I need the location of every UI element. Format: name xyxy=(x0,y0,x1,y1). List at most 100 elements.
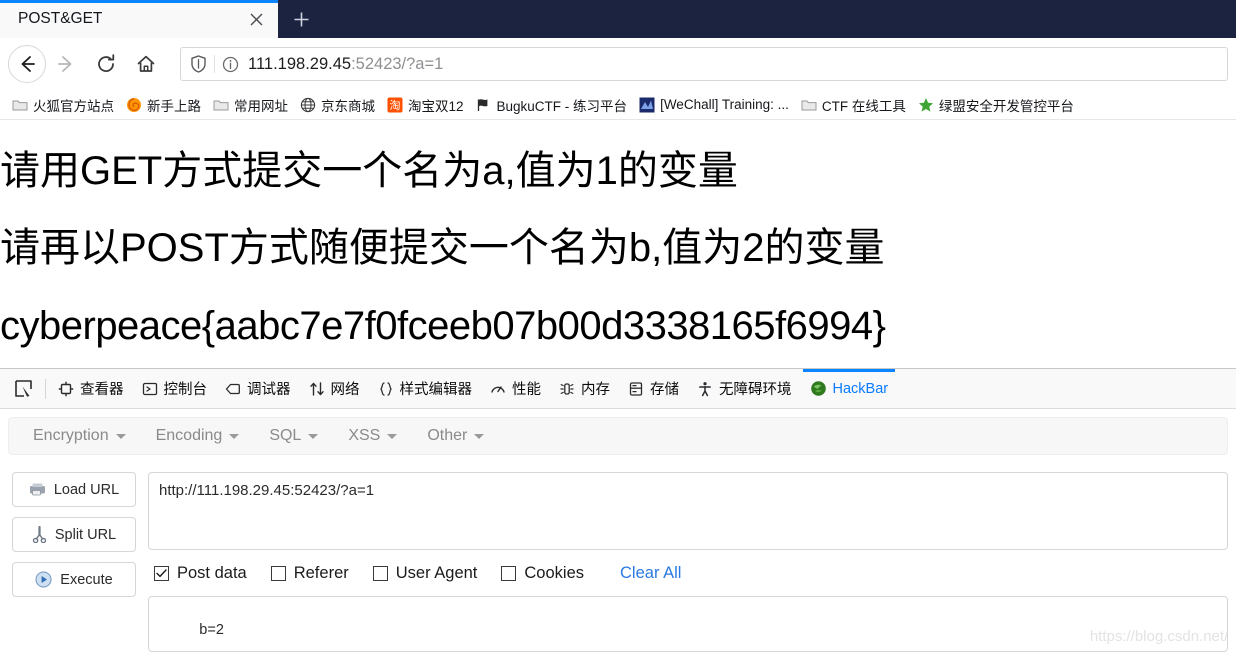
bookmark-item[interactable]: 绿盟安全开发管控平台 xyxy=(912,93,1080,117)
hackbar-menu-encryption[interactable]: Encryption xyxy=(21,422,138,450)
url-bar[interactable]: 111.198.29.45:52423/?a=1 xyxy=(180,47,1228,81)
checkbox-unchecked-icon xyxy=(501,565,517,581)
bookmark-label: 火狐官方站点 xyxy=(33,98,114,114)
back-button[interactable] xyxy=(8,45,46,83)
post-data-input[interactable]: b=2 https://blog.csdn.net/weixin_4227185… xyxy=(148,596,1228,652)
clear-all-link[interactable]: Clear All xyxy=(620,564,681,583)
page-line-flag: cyberpeace{aabc7e7f0fceeb07b00d3338165f6… xyxy=(0,304,886,348)
shield-icon[interactable] xyxy=(190,55,207,73)
chevron-down-icon xyxy=(387,433,398,439)
bookmark-item[interactable]: 常用网址 xyxy=(207,93,294,117)
accessibility-icon xyxy=(697,381,713,397)
wechall-icon xyxy=(639,97,655,113)
performance-icon xyxy=(490,381,506,397)
checkbox-unchecked-icon xyxy=(270,565,286,581)
devtools-tab-label: 样式编辑器 xyxy=(399,382,473,398)
devtools-tab-debugger[interactable]: 调试器 xyxy=(216,369,300,408)
devtools-tab-label: 无障碍环境 xyxy=(719,382,792,398)
url-input[interactable]: http://111.198.29.45:52423/?a=1 xyxy=(148,472,1228,550)
checkbox-label: Referer xyxy=(293,563,349,582)
hackbar-menu-sql[interactable]: SQL xyxy=(257,422,330,450)
devtools-tab-console[interactable]: 控制台 xyxy=(133,369,217,408)
hackbar-menu-bar: Encryption Encoding SQL XSS Other xyxy=(8,417,1228,455)
devtools-tab-network[interactable]: 网络 xyxy=(300,369,369,408)
hackbar-action-buttons: Load URL Split URL Execute xyxy=(12,465,136,671)
debugger-icon xyxy=(225,381,241,397)
storage-icon xyxy=(628,381,644,397)
globe-icon xyxy=(300,97,316,113)
chevron-down-icon xyxy=(229,433,240,439)
devtools-tab-label: HackBar xyxy=(832,380,889,397)
devtools-tab-label: 存储 xyxy=(650,382,679,398)
bookmark-item[interactable]: BugkuCTF - 练习平台 xyxy=(470,93,634,117)
bookmark-item[interactable]: CTF 在线工具 xyxy=(795,93,912,117)
page-content: 请用GET方式提交一个名为a,值为1的变量 请再以POST方式随便提交一个名为b… xyxy=(0,120,1236,368)
console-icon xyxy=(142,381,158,397)
devtools-tab-label: 网络 xyxy=(330,382,360,398)
devtools-tab-performance[interactable]: 性能 xyxy=(481,369,550,408)
menu-label: Other xyxy=(427,427,468,444)
devtools-tab-style-editor[interactable]: 样式编辑器 xyxy=(369,369,482,408)
element-picker-icon[interactable] xyxy=(4,369,42,408)
watermark: https://blog.csdn.net/weixin_42271850 xyxy=(1089,628,1228,645)
page-line-post-instruction: 请再以POST方式随便提交一个名为b,值为2的变量 xyxy=(0,226,885,270)
hackbar-fields: http://111.198.29.45:52423/?a=1 Post dat… xyxy=(148,465,1228,671)
bookmark-item[interactable]: 淘 淘宝双12 xyxy=(381,93,470,117)
star-icon xyxy=(918,97,934,113)
devtools-tab-accessibility[interactable]: 无障碍环境 xyxy=(688,369,801,408)
url-divider xyxy=(214,55,215,73)
devtools-tab-label: 调试器 xyxy=(247,382,291,398)
reload-button[interactable] xyxy=(86,44,126,84)
checkbox-label: Post data xyxy=(177,563,247,582)
referer-checkbox[interactable]: Referer xyxy=(270,563,349,583)
tab-title: POST&GET xyxy=(18,10,103,27)
load-url-button[interactable]: Load URL xyxy=(12,472,136,507)
forward-button[interactable] xyxy=(46,44,86,84)
user-agent-checkbox[interactable]: User Agent xyxy=(372,563,478,583)
style-editor-icon xyxy=(378,381,394,397)
bookmark-item[interactable]: 火狐官方站点 xyxy=(6,93,120,117)
folder-icon xyxy=(12,97,28,113)
hackbar-menu-encoding[interactable]: Encoding xyxy=(144,422,252,450)
checkbox-label: User Agent xyxy=(395,563,478,582)
home-button[interactable] xyxy=(126,44,166,84)
checkbox-label: Cookies xyxy=(524,563,585,582)
cookies-checkbox[interactable]: Cookies xyxy=(501,564,584,583)
hackbar-menu-xss[interactable]: XSS xyxy=(336,422,409,450)
split-url-button[interactable]: Split URL xyxy=(12,517,136,552)
chevron-down-icon xyxy=(474,433,485,439)
bookmark-label: 绿盟安全开发管控平台 xyxy=(938,98,1074,114)
bookmark-label: BugkuCTF - 练习平台 xyxy=(496,98,628,114)
bookmark-item[interactable]: 新手上路 xyxy=(120,93,207,117)
hackbar-menu-other[interactable]: Other xyxy=(415,422,496,450)
firefox-icon xyxy=(126,97,142,113)
info-circle-icon[interactable] xyxy=(222,56,239,73)
execute-button[interactable]: Execute xyxy=(12,562,136,597)
bookmark-label: 京东商城 xyxy=(321,98,375,114)
folder-icon xyxy=(801,97,817,113)
chevron-down-icon xyxy=(308,433,319,439)
button-label: Split URL xyxy=(54,526,117,543)
scissors-icon xyxy=(32,526,47,543)
devtools-tab-label: 查看器 xyxy=(80,382,124,398)
browser-tab[interactable]: POST&GET xyxy=(0,0,278,38)
devtools-tab-hackbar[interactable]: HackBar xyxy=(801,369,898,408)
close-icon[interactable] xyxy=(242,5,270,33)
page-line-get-instruction: 请用GET方式提交一个名为a,值为1的变量 xyxy=(0,149,738,193)
bookmarks-bar: 火狐官方站点 新手上路 常用网址 京东商城 淘 淘宝双12 BugkuCTF -… xyxy=(0,90,1236,120)
bookmark-label: 常用网址 xyxy=(234,98,288,114)
post-data-checkbox[interactable]: Post data xyxy=(154,564,247,583)
browser-tab-strip: POST&GET xyxy=(0,0,1236,38)
load-url-icon xyxy=(29,482,46,497)
bookmark-item[interactable]: 京东商城 xyxy=(294,93,381,117)
devtools-tab-storage[interactable]: 存储 xyxy=(619,369,688,408)
bookmark-item[interactable]: [WeChall] Training: ... xyxy=(633,95,795,115)
button-label: Execute xyxy=(60,571,113,588)
bookmark-label: CTF 在线工具 xyxy=(821,98,906,114)
devtools-tab-label: 控制台 xyxy=(163,382,208,398)
devtools-tab-memory[interactable]: 内存 xyxy=(550,369,619,408)
devtools-tab-label: 性能 xyxy=(512,382,541,398)
folder-icon xyxy=(213,97,229,113)
new-tab-button[interactable] xyxy=(278,0,324,38)
devtools-tab-inspector[interactable]: 查看器 xyxy=(49,369,133,408)
